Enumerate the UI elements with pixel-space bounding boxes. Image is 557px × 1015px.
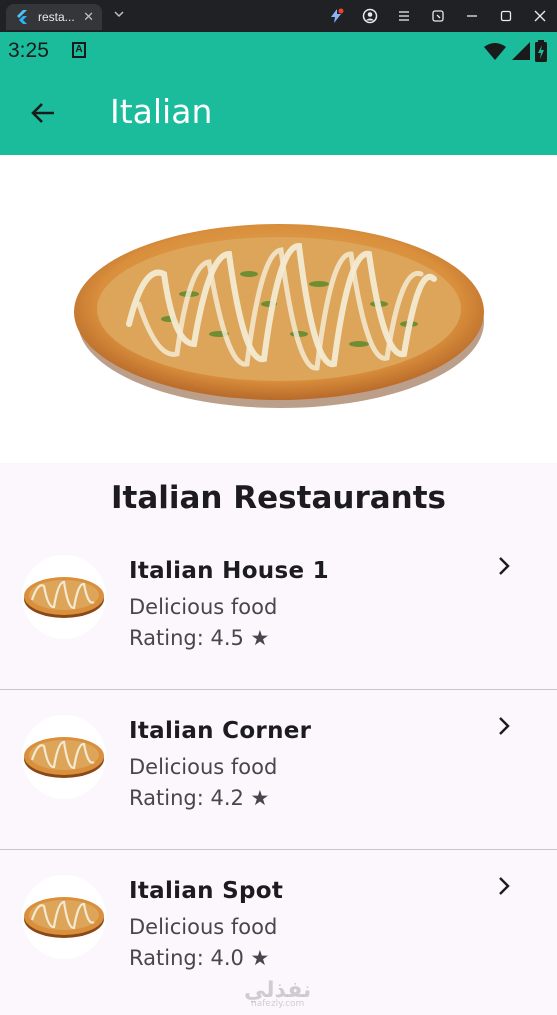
chevron-down-icon[interactable] bbox=[112, 7, 126, 21]
restaurant-subtitle: Delicious food bbox=[129, 755, 278, 779]
profile-icon[interactable] bbox=[353, 0, 387, 32]
chevron-right-icon bbox=[499, 877, 510, 895]
menu-icon[interactable] bbox=[387, 0, 421, 32]
list-item[interactable]: Italian Corner Delicious food Rating: 4.… bbox=[0, 690, 557, 850]
close-icon[interactable] bbox=[523, 0, 557, 32]
watermark-url: nafezly.com bbox=[251, 999, 305, 1009]
restaurant-thumbnail bbox=[22, 555, 106, 639]
cast-icon[interactable] bbox=[421, 0, 455, 32]
flutter-icon bbox=[17, 10, 27, 24]
minimize-icon[interactable] bbox=[455, 0, 489, 32]
restaurant-subtitle: Delicious food bbox=[129, 915, 278, 939]
restaurant-list: Italian House 1 Delicious food Rating: 4… bbox=[0, 530, 557, 1010]
browser-tab[interactable]: resta... ✕ bbox=[6, 4, 102, 30]
battery-icon bbox=[535, 40, 547, 62]
wifi-icon bbox=[484, 43, 506, 60]
pizza-thumbnail-image bbox=[24, 737, 104, 778]
page-title: Italian bbox=[110, 92, 213, 131]
restaurant-subtitle: Delicious food bbox=[129, 595, 278, 619]
notification-icon: A bbox=[72, 42, 86, 58]
restaurant-name: Italian Spot bbox=[129, 878, 284, 904]
back-button[interactable] bbox=[22, 92, 64, 134]
browser-title-bar: resta... ✕ bbox=[0, 0, 557, 32]
restaurant-name: Italian House 1 bbox=[129, 558, 329, 584]
restaurant-thumbnail bbox=[22, 715, 106, 799]
hero-image bbox=[0, 155, 557, 463]
list-item[interactable]: Italian House 1 Delicious food Rating: 4… bbox=[0, 530, 557, 690]
pizza-image bbox=[73, 224, 484, 408]
app-bar: Italian bbox=[0, 70, 557, 155]
watermark: نفذلي nafezly.com bbox=[244, 978, 311, 1009]
extension-icon[interactable] bbox=[319, 0, 353, 32]
restaurant-rating: Rating: 4.5 ★ bbox=[129, 626, 270, 650]
tab-close-button[interactable]: ✕ bbox=[83, 9, 94, 25]
restaurant-rating: Rating: 4.0 ★ bbox=[129, 946, 270, 970]
restaurant-thumbnail bbox=[22, 875, 106, 959]
status-bar: 3:25 A bbox=[0, 32, 557, 70]
pizza-thumbnail-image bbox=[24, 577, 104, 618]
section-title: Italian Restaurants bbox=[110, 480, 446, 516]
back-arrow-icon bbox=[31, 103, 54, 123]
chevron-right-icon bbox=[499, 717, 510, 735]
app-screen: 3:25 A Italian Italian Restaurants Itali… bbox=[0, 32, 557, 1015]
restaurant-name: Italian Corner bbox=[129, 718, 312, 744]
chevron-right-icon bbox=[499, 557, 510, 575]
status-time: 3:25 bbox=[8, 39, 49, 62]
signal-icon bbox=[512, 42, 530, 60]
restaurant-rating: Rating: 4.2 ★ bbox=[129, 786, 270, 810]
tab-title: resta... bbox=[38, 10, 75, 24]
maximize-icon[interactable] bbox=[489, 0, 523, 32]
pizza-thumbnail-image bbox=[24, 897, 104, 938]
